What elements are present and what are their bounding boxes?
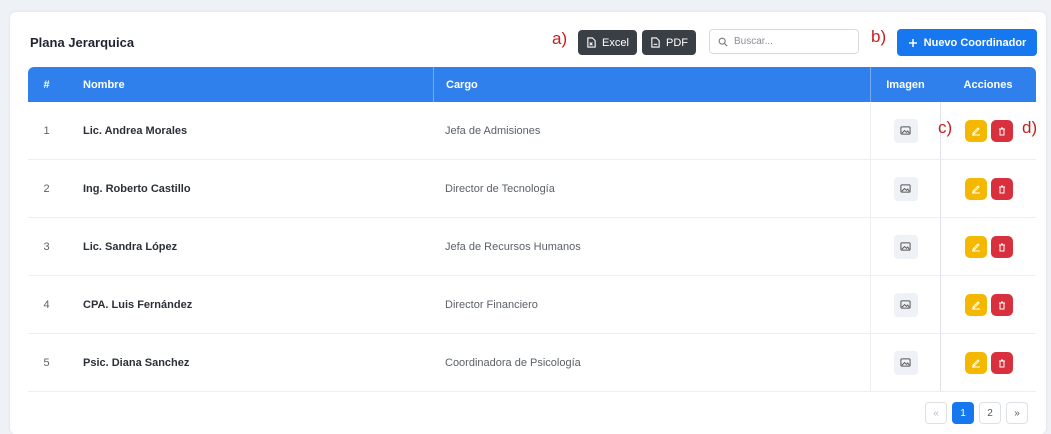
row-num: 5	[43, 356, 50, 369]
annotation-c: c)	[938, 118, 953, 137]
edit-icon	[971, 126, 980, 135]
table-row: 1 Lic. Andrea Morales Jefa de Admisiones	[28, 102, 1036, 160]
edit-icon	[971, 300, 980, 309]
edit-button[interactable]	[964, 119, 987, 142]
row-cargo: Coordinadora de Psicología	[445, 356, 581, 369]
table-row: 5 Psic. Diana Sanchez Coordinadora de Ps…	[28, 334, 1036, 392]
row-actions	[940, 218, 1036, 275]
row-num: 4	[43, 298, 50, 311]
plus-icon	[908, 38, 917, 47]
edit-button[interactable]	[964, 235, 987, 258]
row-num: 2	[43, 182, 50, 195]
delete-button[interactable]	[990, 177, 1013, 200]
row-num: 3	[43, 240, 50, 253]
row-name: Lic. Sandra López	[83, 240, 178, 253]
table-body: 1 Lic. Andrea Morales Jefa de Admisiones…	[28, 102, 1036, 392]
row-cargo: Jefa de Admisiones	[445, 124, 541, 137]
export-pdf-button[interactable]: PDF	[642, 30, 696, 55]
row-name: Ing. Roberto Castillo	[83, 182, 191, 195]
delete-button[interactable]	[990, 119, 1013, 142]
view-image-button[interactable]	[893, 234, 918, 259]
view-image-button[interactable]	[893, 176, 918, 201]
row-cargo: Director Financiero	[445, 298, 538, 311]
panel-card: Plana Jerarquica a) Excel PDF b) Nuevo C…	[10, 12, 1046, 434]
header-num: #	[43, 78, 50, 91]
annotation-d: d)	[1022, 118, 1038, 137]
excel-label: Excel	[602, 36, 629, 49]
table-row: 4 CPA. Luis Fernández Director Financier…	[28, 276, 1036, 334]
delete-button[interactable]	[990, 293, 1013, 316]
row-image-cell	[870, 276, 940, 333]
trash-icon	[998, 185, 1005, 193]
panel-title: Plana Jerarquica	[30, 35, 135, 50]
search-icon	[718, 37, 728, 47]
delete-button[interactable]	[990, 351, 1013, 374]
row-image-cell	[870, 160, 940, 217]
file-excel-icon	[587, 37, 596, 48]
header-cargo: Cargo	[433, 67, 870, 102]
header-actions: Acciones	[963, 78, 1013, 91]
coordinators-table: # Nombre Cargo Imagen Acciones 1 Lic. An…	[28, 67, 1036, 392]
trash-icon	[998, 127, 1005, 135]
page-1-button[interactable]: 1	[952, 402, 974, 424]
table-row: 2 Ing. Roberto Castillo Director de Tecn…	[28, 160, 1036, 218]
row-num: 1	[43, 124, 50, 137]
image-icon	[900, 126, 911, 135]
trash-icon	[998, 243, 1005, 251]
new-coordinator-button[interactable]: Nuevo Coordinador	[897, 29, 1037, 56]
annotation-b: b)	[871, 27, 887, 46]
pagination: « 1 2 »	[925, 402, 1028, 424]
file-pdf-icon	[651, 37, 660, 48]
edit-button[interactable]	[964, 351, 987, 374]
table-header: # Nombre Cargo Imagen Acciones	[28, 67, 1036, 102]
row-cargo: Jefa de Recursos Humanos	[445, 240, 581, 253]
header-image: Imagen	[870, 67, 940, 102]
image-icon	[900, 184, 911, 193]
row-cargo: Director de Tecnología	[445, 182, 555, 195]
page-2-button[interactable]: 2	[979, 402, 1001, 424]
edit-button[interactable]	[964, 177, 987, 200]
row-image-cell	[870, 334, 940, 391]
edit-icon	[971, 242, 980, 251]
row-actions	[940, 276, 1036, 333]
new-coordinator-label: Nuevo Coordinador	[923, 36, 1027, 49]
row-actions	[940, 334, 1036, 391]
row-name: CPA. Luis Fernández	[83, 298, 193, 311]
table-row: 3 Lic. Sandra López Jefa de Recursos Hum…	[28, 218, 1036, 276]
image-icon	[900, 242, 911, 251]
edit-icon	[971, 184, 980, 193]
view-image-button[interactable]	[893, 350, 918, 375]
export-excel-button[interactable]: Excel	[578, 30, 637, 55]
delete-button[interactable]	[990, 235, 1013, 258]
row-name: Lic. Andrea Morales	[83, 124, 188, 137]
annotation-a: a)	[552, 29, 568, 48]
trash-icon	[998, 301, 1005, 309]
edit-icon	[971, 358, 980, 367]
page-prev-button[interactable]: «	[925, 402, 947, 424]
search-input[interactable]	[734, 36, 844, 47]
view-image-button[interactable]	[893, 292, 918, 317]
row-image-cell	[870, 218, 940, 275]
pdf-label: PDF	[666, 36, 688, 49]
search-box[interactable]	[709, 29, 859, 54]
header-name: Nombre	[83, 78, 125, 91]
row-image-cell	[870, 102, 940, 159]
view-image-button[interactable]	[893, 118, 918, 143]
row-name: Psic. Diana Sanchez	[83, 356, 190, 369]
row-actions	[940, 160, 1036, 217]
image-icon	[900, 300, 911, 309]
image-icon	[900, 358, 911, 367]
trash-icon	[998, 359, 1005, 367]
edit-button[interactable]	[964, 293, 987, 316]
page-next-button[interactable]: »	[1006, 402, 1028, 424]
